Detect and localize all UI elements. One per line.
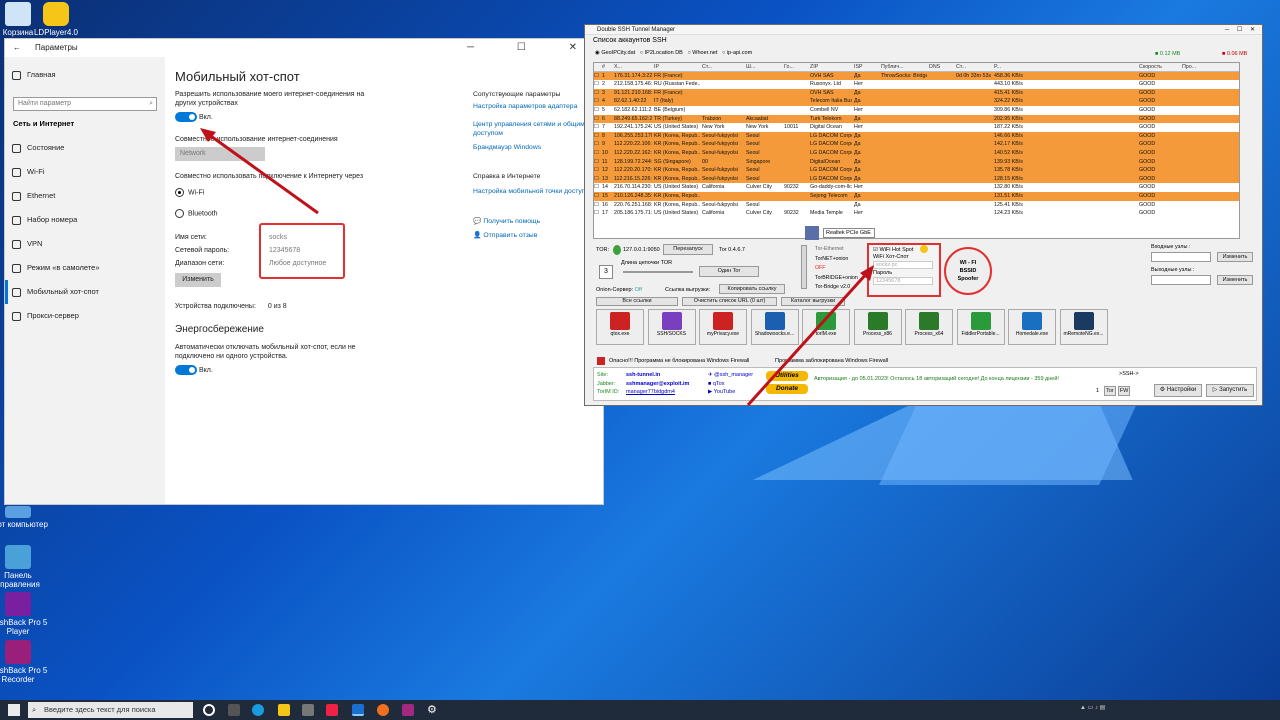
widgets-icon[interactable] [228,704,240,716]
taskbar: ⌕ Введите здесь текст для поиска ⚙ ▲ ▭ ♪ … [0,700,1280,720]
gear-taskbar-icon[interactable]: ⚙ [427,704,439,716]
mail-icon[interactable] [326,704,338,716]
annotation-arrows [200,128,874,407]
explorer-icon[interactable] [278,704,290,716]
arrow-head-1 [200,128,216,142]
start-icon[interactable] [8,704,20,716]
flashback-taskbar-icon[interactable] [402,704,414,716]
search-icon: ⌕ [32,705,37,714]
arrow-to-toggle [207,132,319,215]
task-view-icon[interactable] [203,704,215,716]
store-icon[interactable] [302,704,314,716]
edge-icon[interactable] [252,704,264,716]
firefox-icon[interactable] [377,704,389,716]
taskbar-search-placeholder: Введите здесь текст для поиска [44,705,156,714]
arrow-to-wifi-panel [746,270,870,407]
taskbar-search[interactable]: ⌕ Введите здесь текст для поиска [28,702,193,718]
system-tray[interactable]: ▲ ▭ ♪ ▤ [1080,704,1260,716]
settings-app-icon[interactable] [352,704,364,716]
